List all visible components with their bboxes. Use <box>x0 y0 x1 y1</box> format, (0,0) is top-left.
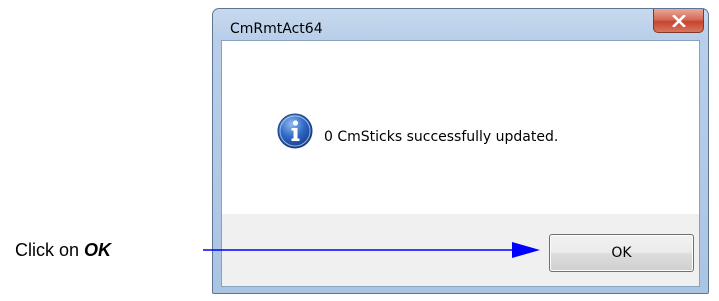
arrow-icon <box>203 242 540 258</box>
